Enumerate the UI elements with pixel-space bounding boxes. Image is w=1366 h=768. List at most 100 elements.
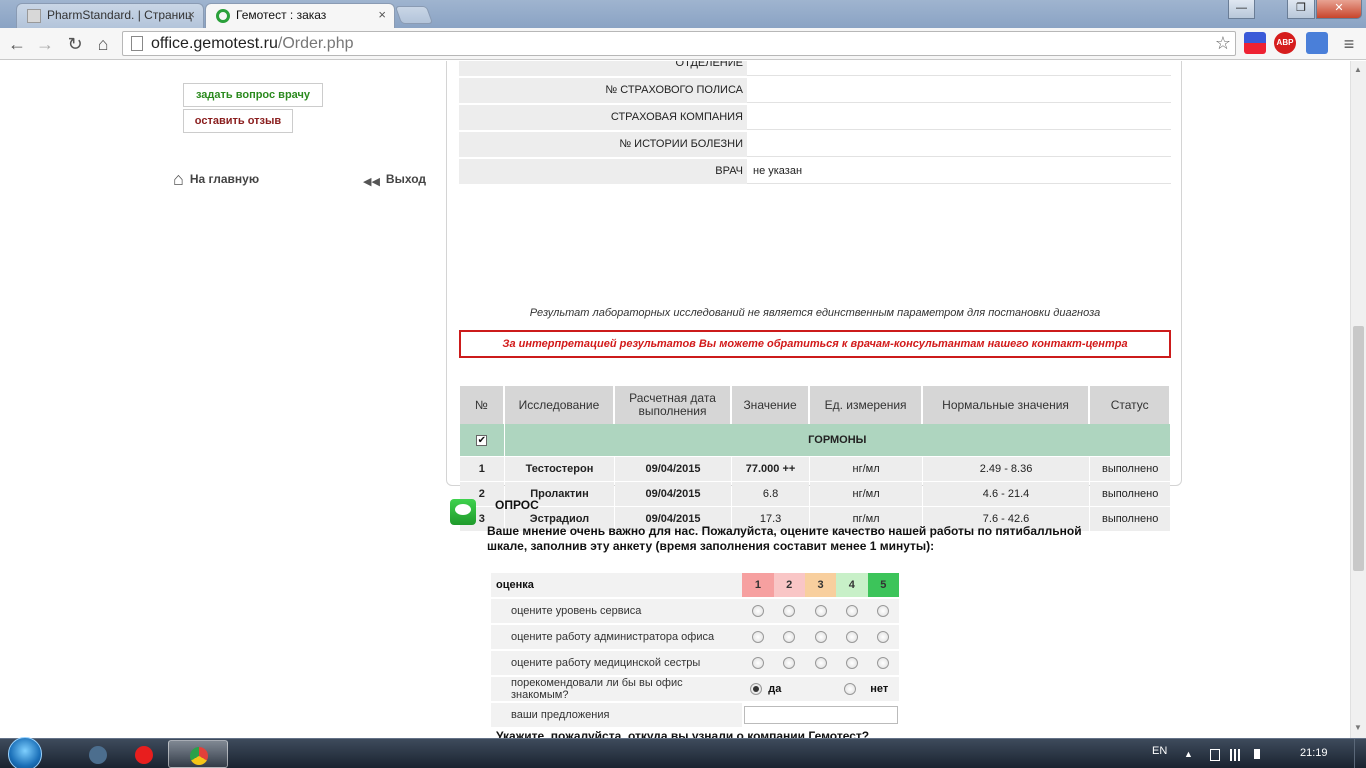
lab-disclaimer: Результат лабораторных исследований не я…: [529, 307, 1101, 319]
menu-icon[interactable]: ≡: [1338, 33, 1360, 55]
group-checkbox[interactable]: ✔: [476, 435, 488, 446]
question-label: порекомендовали ли бы вы офис знакомым?: [491, 677, 743, 701]
home-link[interactable]: ⌂ На главную: [173, 169, 259, 190]
address-bar[interactable]: office.gemotest.ru/Order.php ☆: [122, 31, 1236, 56]
next-survey-question: Укажите, пожалуйста, откуда вы узнали о …: [496, 729, 870, 738]
survey-intro: Ваше мнение очень важно для нас. Пожалуй…: [487, 524, 1082, 553]
rating-radio[interactable]: [783, 657, 796, 670]
page-scrollbar[interactable]: ▲ ▼: [1350, 61, 1366, 738]
ask-doctor-button[interactable]: задать вопрос врачу: [183, 83, 323, 107]
home-button[interactable]: ⌂: [92, 33, 114, 55]
bookmark-star-icon[interactable]: ☆: [1215, 32, 1231, 55]
grade-1: 1: [742, 573, 774, 597]
row-value: 77.000 ++: [731, 457, 810, 482]
row-status: выполнено: [1090, 507, 1170, 532]
restore-button[interactable]: ❐: [1287, 0, 1315, 19]
forward-button[interactable]: →: [34, 33, 56, 55]
leave-feedback-button[interactable]: оставить отзыв: [183, 109, 293, 133]
url-host: office.gemotest.ru: [151, 35, 278, 52]
clock[interactable]: 21:19: [1300, 747, 1328, 759]
recommend-no-radio[interactable]: [844, 683, 857, 696]
info-value: не указан: [747, 159, 1171, 184]
new-tab-button[interactable]: [394, 6, 434, 24]
yandex-icon: [135, 746, 153, 764]
translate-icon[interactable]: [1306, 32, 1328, 54]
rating-radio[interactable]: [814, 631, 827, 644]
grade-3: 3: [804, 573, 837, 597]
rating-radio[interactable]: [877, 605, 890, 618]
table-row: 2 Пролактин 09/04/2015 6.8 нг/мл 4.6 - 2…: [460, 482, 1170, 507]
recommend-yes-radio[interactable]: [750, 683, 763, 696]
tab-gemotest[interactable]: Гемотест : заказ ×: [205, 3, 395, 28]
rating-radio[interactable]: [783, 605, 796, 618]
info-row-doctor: ВРАЧ не указан: [459, 159, 1171, 184]
minimize-button[interactable]: —: [1228, 0, 1255, 19]
home-link-label: На главную: [189, 172, 260, 186]
row-date: 09/04/2015: [615, 482, 731, 507]
back-button[interactable]: ←: [6, 33, 28, 55]
logout-icon: ◀◀: [363, 176, 380, 188]
scroll-up-icon[interactable]: ▲: [1354, 65, 1362, 74]
row-unit: нг/мл: [810, 482, 922, 507]
info-value: [747, 132, 1171, 157]
suggestions-input[interactable]: [744, 706, 899, 724]
row-number: 1: [460, 457, 504, 482]
home-icon: ⌂: [173, 169, 184, 189]
recommend-yes-label: да: [768, 683, 782, 696]
rating-radio[interactable]: [877, 631, 890, 644]
close-icon[interactable]: ×: [187, 4, 195, 26]
recommend-no-label: нет: [870, 683, 889, 696]
row-norm: 2.49 - 8.36: [922, 457, 1090, 482]
info-label: № СТРАХОВОГО ПОЛИСА: [459, 78, 747, 103]
rating-radio[interactable]: [845, 657, 858, 670]
question-label: оцените работу медицинской сестры: [491, 651, 743, 675]
info-label: № ИСТОРИИ БОЛЕЗНИ: [459, 132, 747, 157]
scroll-down-icon[interactable]: ▼: [1354, 723, 1362, 732]
browser-toolbar: ← → ↻ ⌂ office.gemotest.ru/Order.php ☆ A…: [0, 28, 1366, 60]
adblock-icon[interactable]: ABP: [1274, 32, 1296, 54]
grade-2: 2: [773, 573, 805, 597]
logout-link[interactable]: ◀◀ Выход: [363, 172, 426, 188]
rating-radio[interactable]: [814, 657, 827, 670]
language-indicator[interactable]: EN: [1152, 745, 1167, 757]
flag-icon[interactable]: [1244, 32, 1266, 54]
survey-question-recommend: порекомендовали ли бы вы офис знакомым? …: [491, 677, 899, 701]
close-window-button[interactable]: ✕: [1316, 0, 1362, 19]
start-button[interactable]: [8, 737, 42, 768]
volume-icon[interactable]: [1254, 749, 1264, 759]
taskbar-app-yandex[interactable]: [114, 740, 174, 768]
tray-expand-icon[interactable]: ▲: [1184, 749, 1193, 759]
rating-radio[interactable]: [814, 605, 827, 618]
survey-question-service: оцените уровень сервиса: [491, 599, 899, 623]
network-icon[interactable]: [1210, 749, 1220, 761]
rating-radio[interactable]: [877, 657, 890, 670]
col-number: №: [460, 386, 504, 424]
row-status: выполнено: [1090, 457, 1170, 482]
rating-radio[interactable]: [751, 657, 764, 670]
windows-taskbar: EN ▲ 21:19: [0, 737, 1366, 768]
tab-pharmstandard[interactable]: PharmStandard. | Страниц ×: [16, 3, 204, 28]
col-norm: Нормальные значения: [922, 386, 1090, 424]
show-desktop-button[interactable]: [1354, 739, 1366, 768]
rating-radio[interactable]: [751, 605, 764, 618]
question-label: оцените уровень сервиса: [491, 599, 743, 623]
col-test: Исследование: [504, 386, 615, 424]
reload-button[interactable]: ↻: [64, 33, 86, 55]
rating-radio[interactable]: [783, 631, 796, 644]
scroll-thumb[interactable]: [1353, 326, 1364, 571]
survey-title: ОПРОС: [495, 498, 539, 512]
info-value: [747, 61, 1171, 76]
page-icon: [131, 36, 143, 51]
rating-radio[interactable]: [845, 605, 858, 618]
survey-header-row: оценка 1 2 3 4 5: [491, 573, 899, 597]
col-value: Значение: [731, 386, 810, 424]
close-icon[interactable]: ×: [378, 4, 386, 26]
signal-icon[interactable]: [1230, 749, 1244, 761]
info-row-insurance: СТРАХОВАЯ КОМПАНИЯ: [459, 105, 1171, 130]
rating-radio[interactable]: [845, 631, 858, 644]
rating-radio[interactable]: [751, 631, 764, 644]
taskbar-app-chrome[interactable]: [168, 740, 228, 768]
row-value: 6.8: [731, 482, 810, 507]
chrome-icon: [190, 747, 208, 765]
results-header: № Исследование Расчетная дата выполнения…: [460, 386, 1170, 424]
